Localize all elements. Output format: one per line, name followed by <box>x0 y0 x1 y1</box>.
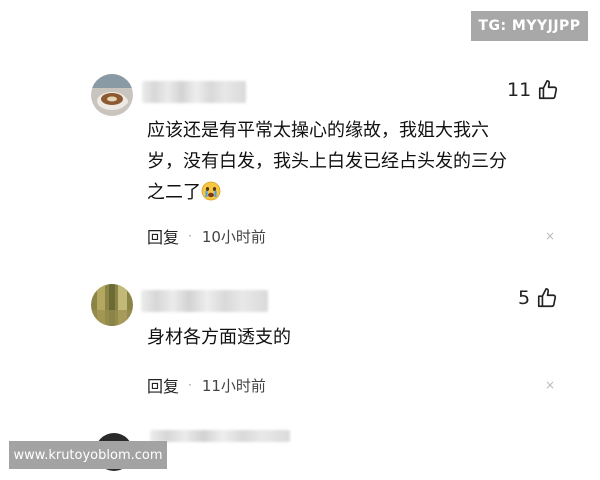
comment-line-text: 之二了 <box>147 182 201 203</box>
timestamp: 10小时前 <box>201 227 266 246</box>
landscape-avatar-icon <box>91 284 133 326</box>
username-blurred[interactable] <box>142 81 246 103</box>
avatar[interactable] <box>91 74 133 116</box>
comment-line: 应该还是有平常太操心的缘故，我姐大我六 <box>147 120 489 141</box>
reply-button[interactable]: 回复 <box>147 224 179 248</box>
comment-meta: 回复 · 10小时前 <box>147 224 266 248</box>
crying-face-emoji-icon <box>201 180 221 211</box>
username-blurred[interactable] <box>141 290 268 312</box>
comment-meta: 回复 · 11小时前 <box>147 373 266 397</box>
thumbs-up-icon <box>538 288 557 308</box>
coffee-cup-avatar-icon <box>91 74 133 116</box>
avatar[interactable] <box>91 284 133 326</box>
like-button[interactable]: 5 <box>518 287 558 309</box>
close-icon[interactable]: × <box>545 378 555 392</box>
site-watermark: www.krutoyoblom.com <box>9 441 167 469</box>
timestamp: 11小时前 <box>201 376 266 395</box>
username-blurred[interactable] <box>150 430 290 442</box>
like-button[interactable]: 11 <box>507 79 559 101</box>
separator-dot: · <box>188 378 192 392</box>
like-count: 5 <box>518 287 531 309</box>
comment-line: 身材各方面透支的 <box>147 327 291 348</box>
separator-dot: · <box>188 229 192 243</box>
thumbs-up-icon <box>539 80 558 100</box>
tg-watermark: TG: MYYJJPP <box>471 11 588 41</box>
comment-text: 身材各方面透支的 <box>147 322 567 353</box>
comment-text: 应该还是有平常太操心的缘故，我姐大我六 岁，没有白发，我头上白发已经占头发的三分… <box>147 115 567 211</box>
close-icon[interactable]: × <box>545 229 555 243</box>
comment-line: 岁，没有白发，我头上白发已经占头发的三分 <box>147 151 507 172</box>
comment-line: 之二了 <box>147 177 567 211</box>
like-count: 11 <box>507 79 532 101</box>
reply-button[interactable]: 回复 <box>147 373 179 397</box>
